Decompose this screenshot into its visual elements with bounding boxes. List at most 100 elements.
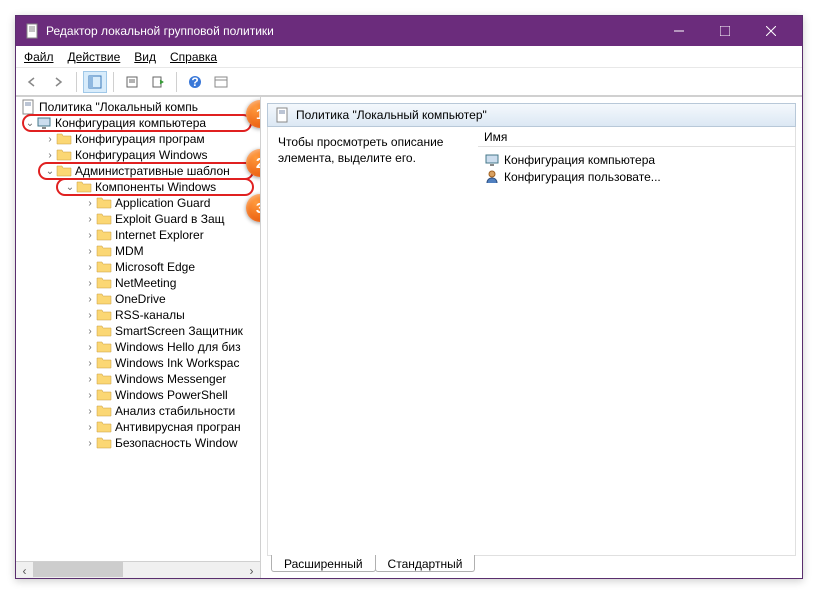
column-header-name[interactable]: Имя xyxy=(478,127,795,147)
chevron-right-icon[interactable]: › xyxy=(84,326,96,337)
menu-view[interactable]: Вид xyxy=(134,50,156,64)
chevron-right-icon[interactable]: › xyxy=(84,342,96,353)
list-item[interactable]: Конфигурация пользовате... xyxy=(484,168,789,185)
tree-item[interactable]: ›Безопасность Window xyxy=(16,435,260,451)
tree-item[interactable]: ›NetMeeting xyxy=(16,275,260,291)
list-item[interactable]: Конфигурация компьютера xyxy=(484,151,789,168)
chevron-right-icon[interactable]: › xyxy=(84,374,96,385)
tree-label: Application Guard xyxy=(115,196,210,210)
chevron-right-icon[interactable]: › xyxy=(84,198,96,209)
chevron-right-icon[interactable]: › xyxy=(84,390,96,401)
tree-item[interactable]: ›Анализ стабильности xyxy=(16,403,260,419)
tree-item[interactable]: ›RSS-каналы xyxy=(16,307,260,323)
computer-icon xyxy=(36,115,52,131)
scroll-left-icon[interactable]: ‹ xyxy=(16,562,33,578)
nav-forward-button[interactable] xyxy=(46,71,70,93)
toolbar-export-button[interactable] xyxy=(146,71,170,93)
chevron-right-icon[interactable]: › xyxy=(84,406,96,417)
tree-item[interactable]: › Конфигурация програм xyxy=(16,131,260,147)
tree-pane: Политика "Локальный компь ⌄ Конфигурация… xyxy=(16,97,261,578)
chevron-right-icon[interactable]: › xyxy=(84,310,96,321)
chevron-right-icon[interactable]: › xyxy=(84,262,96,273)
svg-text:?: ? xyxy=(191,75,198,89)
toolbar-properties-button[interactable] xyxy=(120,71,144,93)
tree-item[interactable]: › MDM xyxy=(16,243,260,259)
tree-item[interactable]: ›OneDrive xyxy=(16,291,260,307)
chevron-right-icon[interactable]: › xyxy=(84,438,96,449)
folder-icon xyxy=(96,355,112,371)
tree-computer-config[interactable]: ⌄ Конфигурация компьютера xyxy=(16,115,260,131)
chevron-right-icon[interactable]: › xyxy=(84,422,96,433)
chevron-right-icon[interactable]: › xyxy=(44,150,56,161)
details-title: Политика "Локальный компьютер" xyxy=(296,108,487,122)
folder-icon xyxy=(96,307,112,323)
tree-item[interactable]: › Internet Explorer xyxy=(16,227,260,243)
maximize-button[interactable] xyxy=(702,16,748,46)
folder-icon xyxy=(96,371,112,387)
scroll-thumb[interactable] xyxy=(33,562,123,577)
tree-item[interactable]: ›SmartScreen Защитник xyxy=(16,323,260,339)
menu-help[interactable]: Справка xyxy=(170,50,217,64)
chevron-right-icon[interactable]: › xyxy=(84,278,96,289)
tree-windows-components[interactable]: ⌄ Компоненты Windows xyxy=(16,179,260,195)
tree-item[interactable]: › Конфигурация Windows xyxy=(16,147,260,163)
chevron-right-icon[interactable]: › xyxy=(84,230,96,241)
tree-item[interactable]: › Windows Ink Workspac xyxy=(16,355,260,371)
tab-extended[interactable]: Расширенный xyxy=(271,555,376,572)
minimize-button[interactable] xyxy=(656,16,702,46)
list-item-label: Конфигурация компьютера xyxy=(504,153,655,167)
tree[interactable]: Политика "Локальный компь ⌄ Конфигурация… xyxy=(16,97,260,561)
tree-root[interactable]: Политика "Локальный компь xyxy=(16,99,260,115)
tree-item[interactable]: › Microsoft Edge xyxy=(16,259,260,275)
chevron-right-icon[interactable]: › xyxy=(84,246,96,257)
menu-action[interactable]: Действие xyxy=(68,50,121,64)
chevron-right-icon[interactable]: › xyxy=(84,294,96,305)
tab-standard[interactable]: Стандартный xyxy=(375,555,476,572)
nav-back-button[interactable] xyxy=(20,71,44,93)
tree-item[interactable]: ›Windows PowerShell xyxy=(16,387,260,403)
chevron-right-icon[interactable]: › xyxy=(44,134,56,145)
folder-icon xyxy=(96,211,112,227)
folder-icon xyxy=(96,339,112,355)
folder-icon xyxy=(96,195,112,211)
chevron-down-icon[interactable]: ⌄ xyxy=(44,166,56,177)
tree-label: Windows Ink Workspac xyxy=(115,356,239,370)
folder-icon xyxy=(96,259,112,275)
tree-hscrollbar[interactable]: ‹ › xyxy=(16,561,260,578)
menu-file[interactable]: Файл xyxy=(24,50,54,64)
folder-icon xyxy=(96,387,112,403)
tree-admin-templates[interactable]: ⌄ Административные шаблон xyxy=(16,163,260,179)
user-icon xyxy=(484,169,500,185)
folder-icon xyxy=(56,131,72,147)
folder-icon xyxy=(56,147,72,163)
tree-label: Конфигурация компьютера xyxy=(55,116,206,130)
tree-label: Microsoft Edge xyxy=(115,260,195,274)
chevron-down-icon[interactable]: ⌄ xyxy=(64,182,76,193)
chevron-down-icon[interactable]: ⌄ xyxy=(24,118,36,129)
toolbar-sep xyxy=(76,72,77,92)
tree-label: MDM xyxy=(115,244,144,258)
folder-icon xyxy=(76,179,92,195)
scroll-right-icon[interactable]: › xyxy=(243,562,260,578)
tree-label: Антивирусная програн xyxy=(115,420,241,434)
toolbar-help-button[interactable]: ? xyxy=(183,71,207,93)
tree-item[interactable]: ›Windows Messenger xyxy=(16,371,260,387)
folder-icon xyxy=(96,243,112,259)
details-description: Чтобы просмотреть описание элемента, выд… xyxy=(268,127,478,555)
details-list-body: Конфигурация компьютера Конфигурация пол… xyxy=(478,147,795,189)
toolbar-sep xyxy=(113,72,114,92)
tree-label: Internet Explorer xyxy=(115,228,204,242)
chevron-right-icon[interactable]: › xyxy=(84,358,96,369)
close-button[interactable] xyxy=(748,16,794,46)
tree-item[interactable]: › Application Guard xyxy=(16,195,260,211)
window: Редактор локальной групповой политики Фа… xyxy=(15,15,803,579)
toolbar-tree-button[interactable] xyxy=(83,71,107,93)
tree-item[interactable]: ›Exploit Guard в Защ xyxy=(16,211,260,227)
chevron-right-icon[interactable]: › xyxy=(84,214,96,225)
tree-item[interactable]: › Антивирусная програн xyxy=(16,419,260,435)
toolbar-filter-button[interactable] xyxy=(209,71,233,93)
list-item-label: Конфигурация пользовате... xyxy=(504,170,661,184)
menubar: Файл Действие Вид Справка xyxy=(16,46,802,68)
tree-item[interactable]: ›Windows Hello для биз xyxy=(16,339,260,355)
titlebar[interactable]: Редактор локальной групповой политики xyxy=(16,16,802,46)
